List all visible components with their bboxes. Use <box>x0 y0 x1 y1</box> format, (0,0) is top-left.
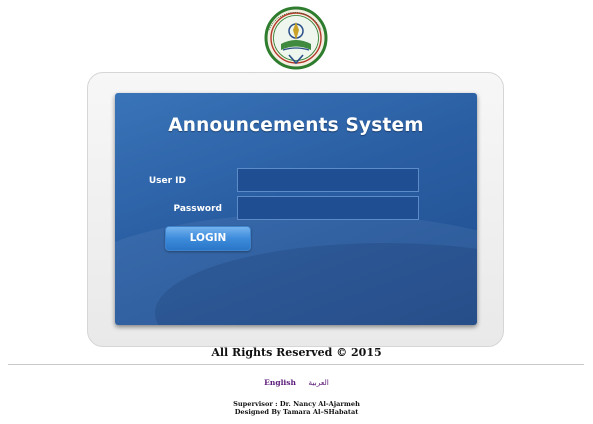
user-id-label: User ID <box>148 176 186 186</box>
footer-divider <box>8 364 584 365</box>
designer-credit: Designed By Tamara Al–SHabatat <box>234 408 359 416</box>
credits: Supervisor : Dr. Nancy Al-Ajarmeh Design… <box>0 400 593 416</box>
supervisor-credit: Supervisor : Dr. Nancy Al-Ajarmeh <box>233 400 360 408</box>
lang-english-link[interactable]: English <box>264 378 296 387</box>
page-title: Announcements System <box>168 115 424 136</box>
lang-arabic-link[interactable]: العربية <box>308 378 329 387</box>
password-label: Password <box>173 204 222 214</box>
copyright-text: All Rights Reserved © 2015 <box>211 346 382 359</box>
login-button[interactable]: LOGIN <box>165 226 251 251</box>
password-input[interactable] <box>237 196 419 220</box>
university-logo <box>264 6 328 70</box>
language-switcher: English العربية <box>0 378 593 387</box>
user-id-input[interactable] <box>237 168 419 192</box>
